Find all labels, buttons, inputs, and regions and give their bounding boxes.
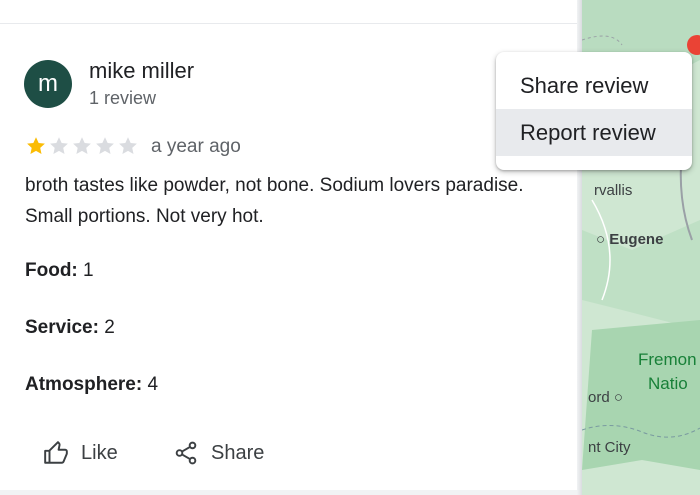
star-empty-icon <box>50 137 68 154</box>
attribute-label: Food: <box>25 260 78 281</box>
attribute-label: Atmosphere: <box>25 374 143 395</box>
map-label-national: Natio <box>648 374 688 393</box>
star-empty-icon <box>119 137 137 154</box>
attribute-food: Food: 1 <box>25 260 94 282</box>
like-button[interactable]: Like <box>43 440 118 466</box>
review-count: 1 review <box>89 88 157 108</box>
review-options-menu: Share review Report review <box>496 52 692 170</box>
star-empty-icon <box>96 137 114 154</box>
reviewer-name[interactable]: mike miller <box>89 58 194 84</box>
thumb-up-icon <box>44 441 68 464</box>
like-label: Like <box>81 441 118 464</box>
attribute-label: Service: <box>25 317 99 338</box>
map-label-fremont: Fremon <box>638 350 697 369</box>
share-button[interactable]: Share <box>173 440 264 466</box>
review-panel: m mike miller 1 review a year ago broth … <box>0 0 580 495</box>
review-text: broth tastes like powder, not bone. Sodi… <box>25 175 524 227</box>
map-label-ford: ord ○ <box>588 389 623 406</box>
map-label-city: nt City <box>588 439 631 456</box>
attribute-service: Service: 2 <box>25 317 115 339</box>
menu-item-report-review[interactable]: Report review <box>496 109 692 156</box>
map-label-corvallis: rvallis <box>594 182 633 199</box>
panel-bottom-edge <box>0 490 580 495</box>
star-filled-icon <box>27 137 45 154</box>
menu-item-share-review[interactable]: Share review <box>496 62 692 109</box>
star-rating <box>25 135 139 157</box>
star-empty-icon <box>73 137 91 154</box>
attribute-value: 1 <box>83 260 94 281</box>
share-icon <box>175 441 197 465</box>
map-label-eugene: ○ Eugene <box>596 231 664 248</box>
avatar-letter: m <box>38 70 58 97</box>
panel-top-edge <box>0 0 580 24</box>
attribute-value: 2 <box>104 317 115 338</box>
share-label: Share <box>211 441 265 464</box>
avatar[interactable]: m <box>24 60 72 108</box>
review-time: a year ago <box>151 136 241 157</box>
attribute-atmosphere: Atmosphere: 4 <box>25 374 158 396</box>
attribute-value: 4 <box>147 374 159 395</box>
